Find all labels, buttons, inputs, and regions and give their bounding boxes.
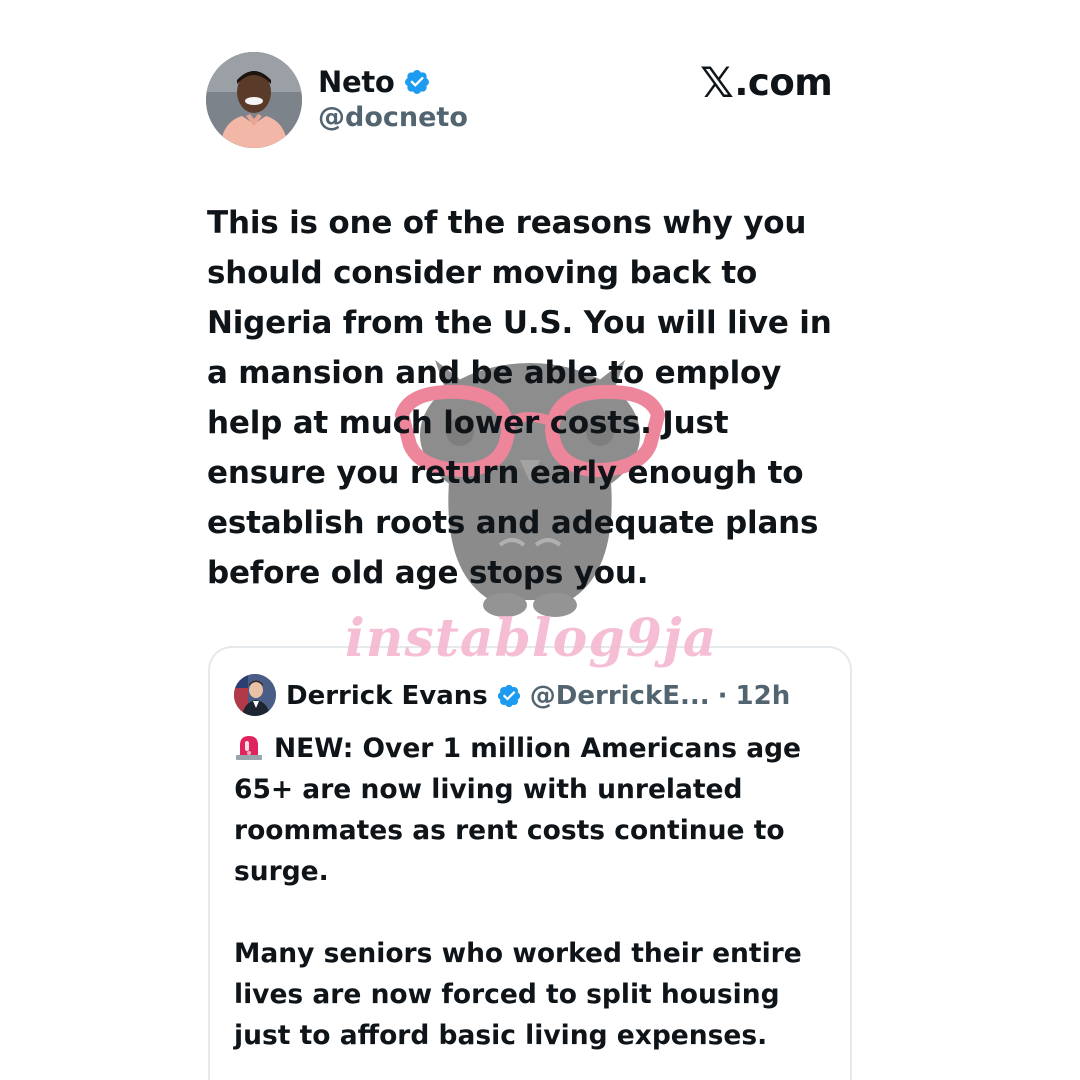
quoted-timestamp[interactable]: 12h xyxy=(736,681,791,711)
tweet-text: This is one of the reasons why you shoul… xyxy=(207,198,847,598)
x-com-logo: 𝕏 .com xyxy=(700,57,833,107)
quoted-tweet-header: Derrick Evans @DerrickE... · 12h xyxy=(286,676,790,716)
x-logo-icon: 𝕏 xyxy=(700,57,734,107)
quoted-line: Many seniors who worked their entire xyxy=(234,938,802,969)
tweet-line: should consider moving back to xyxy=(207,255,758,291)
quoted-author-handle[interactable]: @DerrickE... xyxy=(530,681,710,711)
author-handle[interactable]: @docneto xyxy=(318,102,468,133)
quoted-line-text: NEW: Over 1 million Americans age xyxy=(274,733,802,764)
tweet-line: ensure you return early enough to xyxy=(207,455,804,491)
quoted-author-avatar[interactable] xyxy=(234,674,276,716)
tweet-line: help at much lower costs. Just xyxy=(207,405,729,441)
quoted-line: surge. xyxy=(234,856,329,887)
quoted-line: lives are now forced to split housing xyxy=(234,979,780,1010)
tweet-line: This is one of the reasons why you xyxy=(207,205,807,241)
quoted-line: 65+ are now living with unrelated xyxy=(234,774,743,805)
quoted-line: just to afford basic living expenses. xyxy=(234,1020,768,1051)
quoted-avatar-photo xyxy=(234,674,276,716)
author-name[interactable]: Neto xyxy=(318,65,395,99)
tweet-line: before old age stops you. xyxy=(207,555,649,591)
tweet-line: Nigeria from the U.S. You will live in xyxy=(207,305,832,341)
siren-icon xyxy=(236,736,262,760)
x-logo-text: .com xyxy=(734,60,833,104)
verified-badge-icon xyxy=(404,70,429,94)
quoted-verified-badge-icon xyxy=(497,684,520,708)
tweet-line: a mansion and be able to employ xyxy=(207,355,782,391)
quoted-line: roommates as rent costs continue to xyxy=(234,815,785,846)
author-name-row[interactable]: Neto xyxy=(318,62,431,102)
screenshot-canvas: Neto @docneto 𝕏 .com This is one of the … xyxy=(0,0,1080,1080)
author-avatar[interactable] xyxy=(206,52,302,148)
quoted-line: NEW: Over 1 million Americans age xyxy=(234,728,844,769)
tweet-line: establish roots and adequate plans xyxy=(207,505,819,541)
quoted-author-name[interactable]: Derrick Evans xyxy=(286,681,488,711)
quoted-separator: · xyxy=(717,681,728,711)
avatar-photo xyxy=(206,52,302,148)
quoted-tweet-text: NEW: Over 1 million Americans age 65+ ar… xyxy=(234,728,844,1056)
